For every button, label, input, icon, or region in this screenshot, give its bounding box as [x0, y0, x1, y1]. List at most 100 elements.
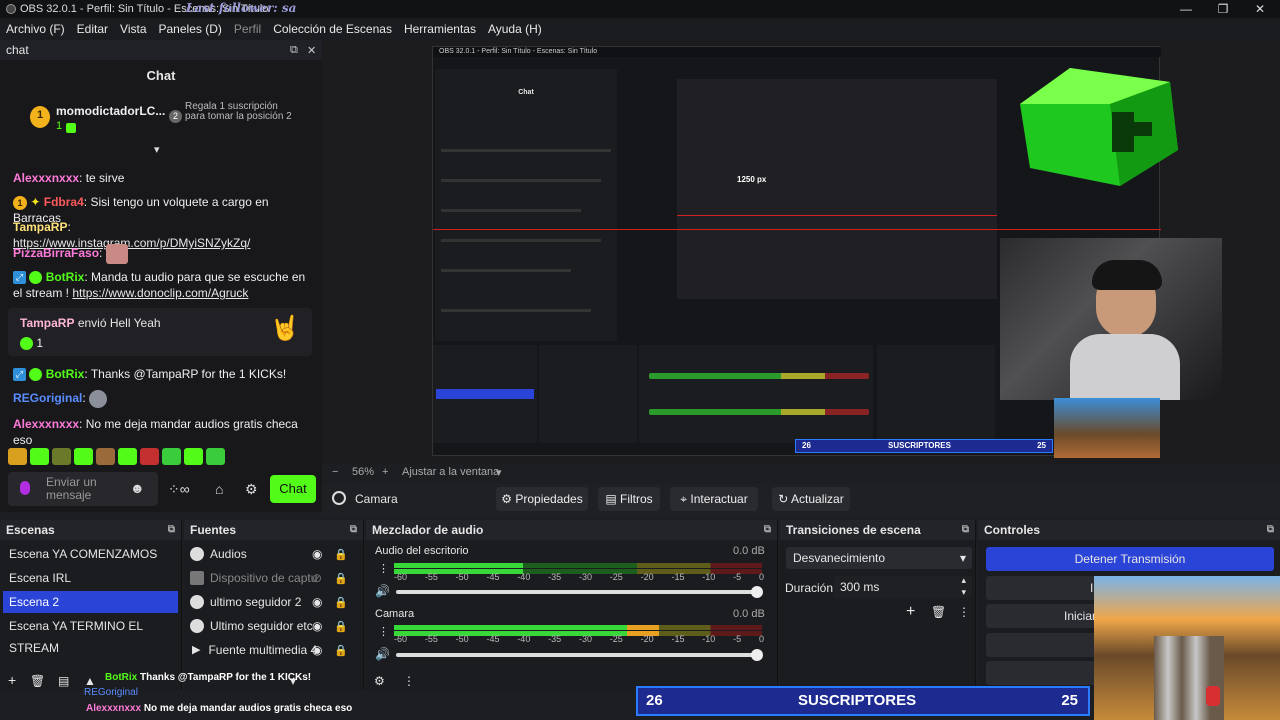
visibility-eye-icon[interactable]: ◉: [312, 619, 322, 633]
close-dock-icon[interactable]: ✕: [307, 44, 316, 57]
source-item[interactable]: ultimo seguidor 2: [190, 591, 350, 613]
emote-icon[interactable]: [162, 448, 181, 465]
scene-item-selected[interactable]: Escena 2: [3, 591, 178, 613]
emoji-icon[interactable]: ☻: [130, 480, 145, 496]
meter-tick: -10: [702, 634, 716, 644]
scene-item[interactable]: Escena IRL: [3, 567, 178, 589]
undock-icon[interactable]: ⧉: [962, 520, 969, 540]
emote-icon[interactable]: [206, 448, 225, 465]
emote-icon[interactable]: [74, 448, 93, 465]
volume-knob[interactable]: [751, 586, 763, 598]
volume-knob[interactable]: [751, 649, 763, 661]
scene-filters-icon[interactable]: ▤: [58, 674, 69, 688]
undock-icon[interactable]: ⧉: [350, 520, 357, 540]
meter-tick: -60: [394, 634, 408, 644]
properties-button[interactable]: ⚙ Propiedades: [496, 487, 588, 511]
lock-icon[interactable]: 🔒: [334, 548, 348, 561]
rank2-badge: 2: [169, 110, 182, 123]
undock-icon[interactable]: ⧉: [764, 520, 771, 540]
menu-editar[interactable]: Editar: [71, 22, 114, 36]
move-up-icon[interactable]: ▲: [84, 674, 96, 688]
zoom-out-icon[interactable]: −: [332, 466, 338, 478]
zoom-in-icon[interactable]: +: [382, 466, 388, 478]
channel-menu-icon[interactable]: ⋮: [378, 562, 389, 575]
mic-icon[interactable]: [20, 481, 30, 495]
delete-scene-icon[interactable]: 🗑: [30, 674, 45, 688]
maximize-button[interactable]: ❐: [1205, 0, 1241, 18]
lock-icon[interactable]: 🔒: [334, 596, 348, 609]
nested-preview: 1250 px: [677, 79, 997, 299]
close-window-button[interactable]: ✕: [1242, 0, 1278, 18]
settings-gear-icon[interactable]: ⚙: [245, 481, 258, 498]
fit-dropdown-icon[interactable]: ▾: [496, 466, 502, 479]
window-titlebar: OBS 32.0.1 - Perfil: Sin Título - Escena…: [0, 0, 1280, 18]
visibility-hidden-icon[interactable]: ⊘: [312, 571, 322, 585]
emote-icon[interactable]: [52, 448, 71, 465]
menu-perfil[interactable]: Perfil: [228, 22, 267, 36]
interact-button[interactable]: ⌖ Interactuar: [670, 487, 758, 511]
mixer-settings-gear-icon[interactable]: ⚙: [374, 674, 385, 688]
meter-tick: -25: [609, 634, 623, 644]
speaker-icon[interactable]: 🔊: [375, 647, 390, 661]
visibility-eye-icon[interactable]: ◉: [312, 643, 322, 657]
game-thumbnail: [1054, 398, 1160, 458]
source-item[interactable]: Ultimo seguidor etc: [190, 615, 350, 637]
collapse-chevron-icon[interactable]: ▾: [154, 143, 160, 156]
menu-coleccion[interactable]: Colección de Escenas: [267, 22, 398, 36]
visibility-eye-icon[interactable]: ◉: [312, 547, 322, 561]
fit-to-window[interactable]: Ajustar a la ventana: [402, 466, 499, 478]
emote-icon[interactable]: [96, 448, 115, 465]
visibility-eye-icon[interactable]: ◉: [312, 595, 322, 609]
menu-ayuda[interactable]: Ayuda (H): [482, 22, 548, 36]
mixer-channel-name: Audio del escritorio: [375, 545, 469, 557]
subs-goal-right: 25: [1061, 692, 1078, 709]
duration-input[interactable]: 300 ms ▴ ▾: [834, 575, 972, 598]
undock-icon[interactable]: ⧉: [290, 44, 298, 57]
channel-menu-icon[interactable]: ⋮: [378, 625, 389, 638]
scene-item[interactable]: Escena YA COMENZAMOS: [3, 543, 178, 565]
minimize-button[interactable]: —: [1168, 0, 1204, 18]
chat-input[interactable]: Enviar un mensaje ☻: [8, 472, 158, 506]
stop-stream-button[interactable]: Detener Transmisión: [986, 547, 1274, 571]
mixer-menu-icon[interactable]: ⋮: [403, 674, 415, 688]
undock-icon[interactable]: ⧉: [168, 520, 175, 540]
refresh-button[interactable]: ↻ Actualizar: [772, 487, 850, 511]
delete-transition-icon[interactable]: 🗑: [931, 605, 946, 619]
transition-menu-icon[interactable]: ⋮: [958, 605, 970, 619]
rank-1-icon: 1: [13, 196, 27, 210]
lock-open-icon[interactable]: 🔒: [334, 644, 348, 657]
meter-tick: -30: [578, 572, 592, 582]
chat-input-placeholder: Enviar un mensaje: [46, 475, 97, 502]
speaker-icon[interactable]: 🔊: [375, 584, 390, 598]
add-transition-icon[interactable]: +: [906, 603, 915, 621]
filters-button[interactable]: ▤ Filtros: [598, 487, 660, 511]
store-icon[interactable]: ⌂: [215, 481, 223, 497]
volume-slider[interactable]: [396, 590, 762, 594]
emote-icon[interactable]: [118, 448, 137, 465]
emote-icon[interactable]: [140, 448, 159, 465]
add-scene-icon[interactable]: +: [8, 672, 16, 688]
menu-herramientas[interactable]: Herramientas: [398, 22, 482, 36]
source-item[interactable]: Dispositivo de captu: [190, 567, 350, 589]
volume-slider[interactable]: [396, 653, 762, 657]
infinity-icon[interactable]: ⁘∞: [168, 481, 190, 498]
transition-select[interactable]: Desvanecimiento ▾: [786, 547, 972, 569]
menu-paneles[interactable]: Paneles (D): [153, 22, 228, 36]
menu-vista[interactable]: Vista: [114, 22, 152, 36]
source-item[interactable]: ▶ Fuente multimedia 4: [190, 639, 350, 661]
source-item[interactable]: Audios: [190, 543, 350, 565]
chat-message: REGoriginal:: [13, 390, 309, 408]
lock-icon[interactable]: 🔒: [334, 620, 348, 633]
lock-icon[interactable]: 🔒: [334, 572, 348, 585]
undock-icon[interactable]: ⧉: [1267, 520, 1274, 540]
menu-archivo[interactable]: Archivo (F): [0, 22, 71, 36]
chat-link[interactable]: https://www.donoclip.com/Agruck: [72, 286, 248, 300]
emote-icon[interactable]: [30, 448, 49, 465]
scene-item[interactable]: Escena YA TERMINO EL STREAM: [3, 615, 178, 655]
top-gifter-count: 1: [56, 120, 63, 132]
emote-icon[interactable]: [8, 448, 27, 465]
send-chat-button[interactable]: Chat: [270, 475, 316, 503]
last-follower-overlay: Last follower: sa: [186, 1, 297, 15]
emote-icon[interactable]: [184, 448, 203, 465]
spinner-icon: ▴ ▾: [961, 575, 966, 597]
